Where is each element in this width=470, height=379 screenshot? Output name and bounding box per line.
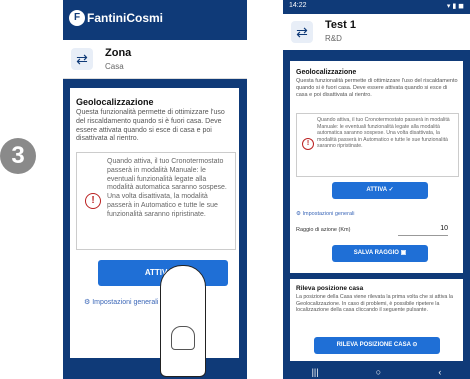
- logo-icon: F: [69, 10, 85, 26]
- radius-label: Raggio di azione (Km): [296, 227, 351, 233]
- status-time: 14:22: [289, 2, 307, 9]
- zone-toggle-icon[interactable]: ⇄: [71, 48, 93, 70]
- settings-link-label: Impostazioni generali: [92, 299, 159, 306]
- activate-button[interactable]: ATTIVA ✓: [332, 182, 428, 199]
- zone-title: Zona: [105, 47, 132, 59]
- device-title: Test 1: [325, 19, 356, 31]
- info-icon: !: [85, 193, 101, 209]
- section-divider: [290, 273, 463, 279]
- location-pin-icon: ⊙: [412, 342, 418, 348]
- recent-apps-icon[interactable]: |||: [312, 367, 319, 377]
- device-toggle-icon[interactable]: ⇄: [291, 21, 313, 43]
- step-number-badge: 3: [0, 138, 36, 174]
- zone-subtitle: Casa: [105, 62, 124, 71]
- zone-header: ⇄ Zona Casa: [63, 40, 247, 79]
- info-icon: !: [302, 138, 314, 150]
- geolocation-card: Geolocalizzazione Questa funzionalità pe…: [70, 88, 239, 358]
- settings-link-label: Impostazioni generali: [302, 211, 355, 217]
- radius-input[interactable]: 10: [398, 225, 448, 236]
- pointing-hand-icon: [160, 265, 206, 377]
- device-header: ⇄ Test 1 R&D: [283, 14, 470, 50]
- app-topbar: F FantiniCosmi: [63, 0, 247, 40]
- home-icon[interactable]: ○: [376, 367, 381, 377]
- card-heading: Geolocalizzazione: [76, 97, 154, 107]
- gear-icon: ⚙: [84, 299, 91, 306]
- android-nav-bar: ||| ○ ‹: [283, 365, 470, 379]
- card-intro: Questa funzionalità permette di ottimizz…: [76, 109, 225, 143]
- settings-link[interactable]: ⚙ Impostazioni generali: [84, 298, 158, 306]
- save-radius-label: SALVA RAGGIO: [353, 250, 399, 256]
- settings-link[interactable]: ⚙ Impostazioni generali: [296, 211, 354, 217]
- left-phone-screen: F FantiniCosmi ⇄ Zona Casa Geolocalizzaz…: [63, 0, 247, 379]
- right-phone-screen: 14:22 ▾ ▮ ◼ ⇄ Test 1 R&D Geolocalizzazio…: [283, 0, 470, 379]
- note-text: Quando attiva, il tuo Cronotermostato pa…: [107, 158, 227, 218]
- back-icon[interactable]: ‹: [438, 367, 441, 377]
- info-note: ! Quando attiva, il tuo Cronotermostato …: [76, 152, 236, 250]
- card-heading: Geolocalizzazione: [296, 69, 357, 76]
- section2-text: La posizione della Casa viene rilevata l…: [296, 294, 453, 314]
- app-logo: F FantiniCosmi: [69, 10, 163, 26]
- card-intro: Questa funzionalità permette di ottimizz…: [296, 78, 458, 98]
- device-subtitle: R&D: [325, 34, 342, 43]
- info-note: ! Quando attiva, il tuo Cronotermostato …: [296, 113, 459, 177]
- gear-icon: ⚙: [296, 211, 301, 217]
- status-icons: ▾ ▮ ◼: [446, 3, 464, 10]
- activate-label: ATTIVA: [366, 187, 387, 193]
- logo-text: FantiniCosmi: [87, 11, 164, 25]
- save-icon: ▣: [400, 250, 407, 256]
- save-radius-button[interactable]: SALVA RAGGIO ▣: [332, 245, 428, 262]
- check-circle-icon: ✓: [388, 187, 394, 193]
- detect-home-button[interactable]: RILEVA POSIZIONE CASA ⊙: [314, 337, 440, 354]
- geolocation-card-right: Geolocalizzazione Questa funzionalità pe…: [290, 61, 463, 361]
- fingernail: [171, 326, 195, 350]
- status-bar: 14:22 ▾ ▮ ◼: [283, 0, 470, 14]
- note-text: Quando attiva, il tuo Cronotermostato pa…: [317, 117, 450, 149]
- section2-heading: Rileva posizione casa: [296, 285, 364, 292]
- detect-home-label: RILEVA POSIZIONE CASA: [336, 342, 411, 348]
